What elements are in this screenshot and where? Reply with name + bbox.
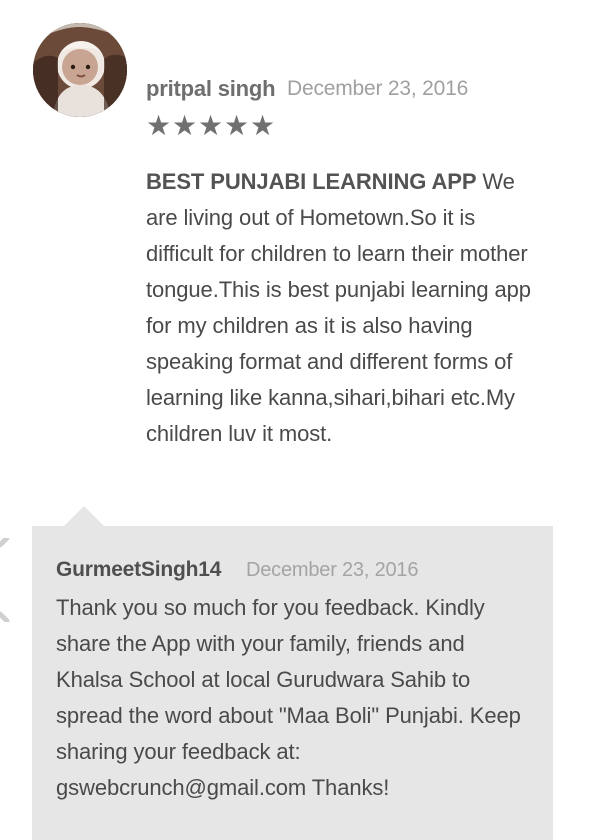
partial-close-icon <box>0 538 10 622</box>
developer-reply: GurmeetSingh14 December 23, 2016 Thank y… <box>32 526 553 840</box>
star-icon: ★ <box>224 110 250 141</box>
avatar <box>33 23 127 117</box>
review-title: BEST PUNJABI LEARNING APP <box>146 169 477 194</box>
star-icon: ★ <box>172 110 198 141</box>
review-date: December 23, 2016 <box>287 77 469 100</box>
child-profile-photo <box>33 23 127 117</box>
review-body-text: We are living out of Hometown.So it is d… <box>146 169 531 446</box>
review-author: pritpal singh <box>146 76 276 101</box>
reply-pointer <box>64 506 104 526</box>
reply-date: December 23, 2016 <box>246 559 419 581</box>
review-text: BEST PUNJABI LEARNING APP We are living … <box>146 164 544 452</box>
star-icon: ★ <box>250 110 276 141</box>
star-icon: ★ <box>146 110 172 141</box>
star-icon: ★ <box>198 110 224 141</box>
star-rating: ★ ★ ★ ★ ★ <box>146 110 276 141</box>
reply-author: GurmeetSingh14 <box>56 558 222 581</box>
user-review: pritpal singh December 23, 2016 ★ ★ ★ ★ … <box>0 0 594 500</box>
reply-text: Thank you so much for you feedback. Kind… <box>56 595 521 800</box>
